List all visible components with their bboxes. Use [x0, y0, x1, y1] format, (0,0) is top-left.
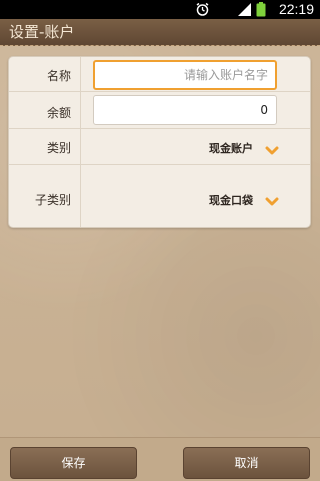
- category-label: 类别: [46, 141, 71, 155]
- name-input[interactable]: 请输入账户名字: [93, 60, 277, 90]
- name-row: 名称 请输入账户名字: [9, 57, 310, 92]
- save-button[interactable]: 保存: [10, 447, 137, 479]
- name-label: 名称: [46, 69, 71, 83]
- balance-value: 0: [260, 103, 268, 117]
- category-select[interactable]: 现金账户: [209, 140, 253, 156]
- chevron-down-icon[interactable]: [265, 141, 279, 160]
- balance-row: 余额 0: [9, 92, 310, 129]
- page-title: 设置-账户: [9, 23, 75, 41]
- account-form: 名称 请输入账户名字 余额 0 类别 现金账户 子类别 现金口袋: [8, 56, 311, 228]
- title-bar: 设置-账户: [0, 19, 320, 46]
- status-time: 22:19: [278, 1, 314, 17]
- category-row[interactable]: 类别 现金账户: [9, 129, 310, 165]
- status-bar: 22:19: [0, 0, 320, 19]
- bottom-action-bar: 保存 取消: [0, 437, 320, 481]
- chevron-down-icon[interactable]: [265, 192, 279, 211]
- subcategory-select[interactable]: 现金口袋: [209, 192, 253, 208]
- balance-input[interactable]: 0: [93, 95, 277, 125]
- subcategory-row[interactable]: 子类别 现金口袋: [9, 165, 310, 227]
- subcategory-label: 子类别: [34, 193, 71, 207]
- balance-label: 余额: [46, 106, 71, 120]
- cancel-button[interactable]: 取消: [183, 447, 310, 479]
- name-placeholder: 请输入账户名字: [183, 68, 268, 82]
